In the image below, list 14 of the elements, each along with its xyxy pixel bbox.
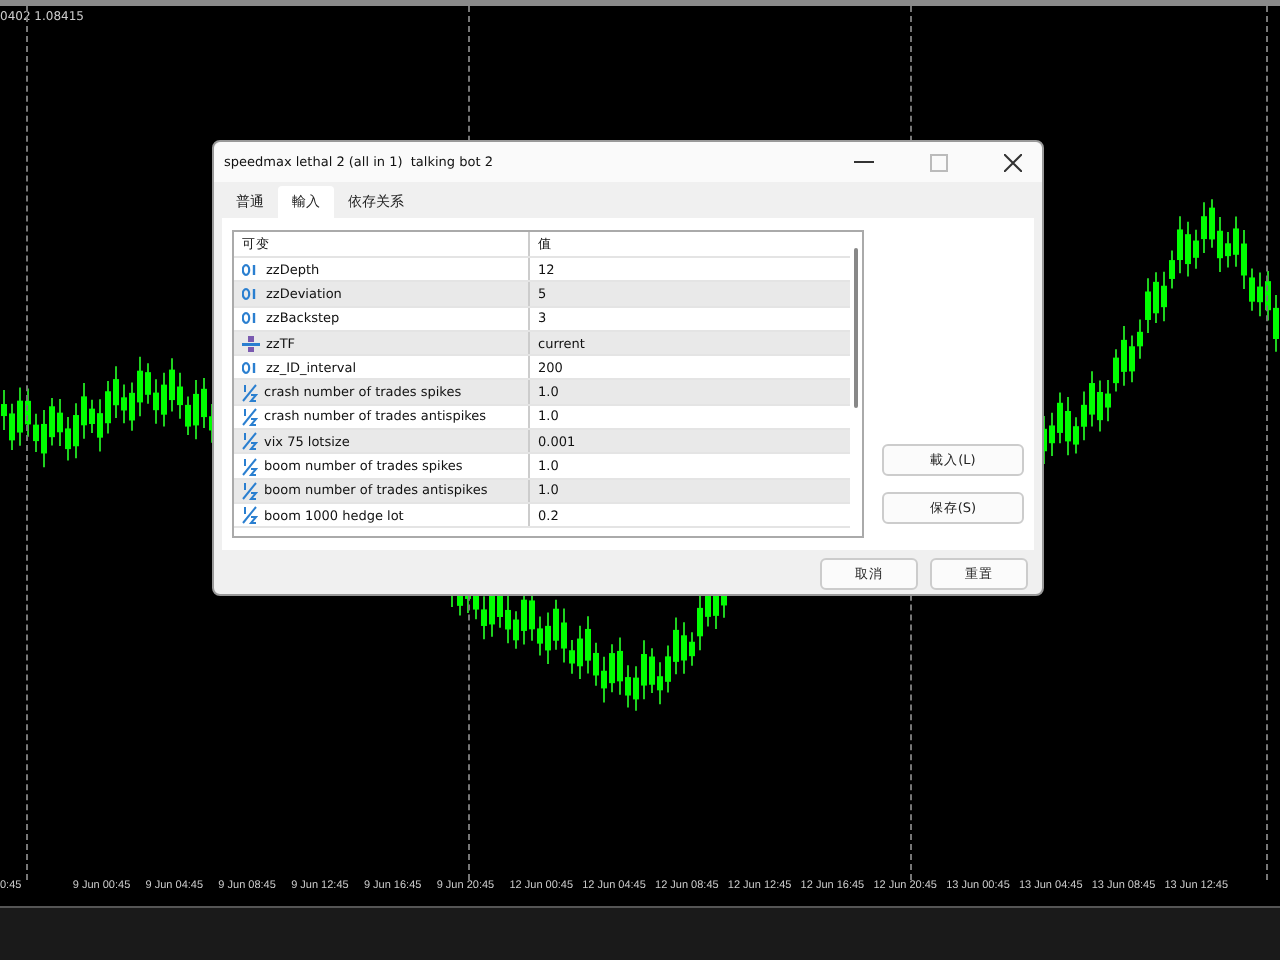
integer-icon [242, 361, 260, 374]
maximize-icon[interactable] [930, 153, 948, 171]
fraction-icon [242, 506, 258, 525]
integer-icon [242, 287, 260, 300]
scroll-thumb[interactable] [854, 248, 858, 408]
list-icon [242, 335, 260, 352]
fraction-icon [242, 481, 258, 500]
integer-icon [242, 263, 260, 276]
fraction-icon [242, 432, 258, 451]
fraction-icon [242, 383, 258, 402]
fraction-icon [242, 457, 258, 476]
close-icon[interactable] [1004, 153, 1022, 171]
integer-icon [242, 312, 260, 325]
fraction-icon [242, 407, 258, 426]
